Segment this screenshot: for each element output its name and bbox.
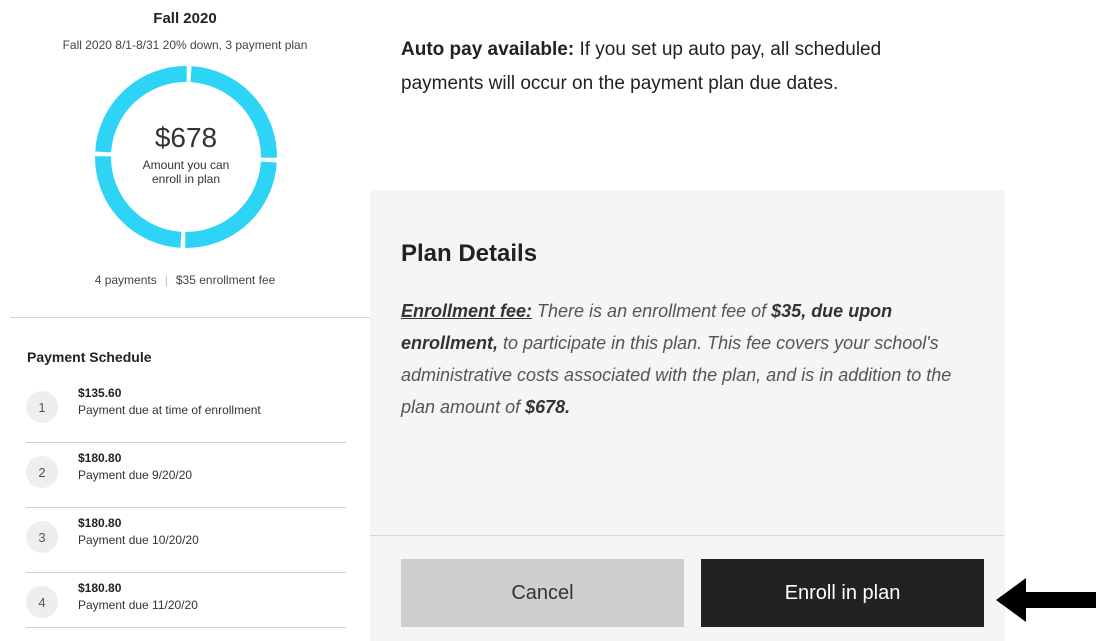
schedule-item: 3 $180.80 Payment due 10/20/20 [26, 508, 346, 573]
plan-amount-caption: Amount you can enroll in plan [142, 158, 230, 186]
step-number: 3 [26, 521, 58, 553]
payment-due: Payment due 9/20/20 [78, 468, 193, 482]
payment-due: Payment due 11/20/20 [78, 598, 198, 612]
meta-separator: | [164, 273, 168, 287]
autopay-text: Auto pay available: If you set up auto p… [401, 33, 961, 101]
payment-schedule-list: 1 $135.60 Payment due at time of enrollm… [26, 378, 346, 628]
autopay-label: Auto pay available: [401, 39, 575, 60]
payment-due: Payment due at time of enrollment [78, 403, 261, 417]
schedule-item: 1 $135.60 Payment due at time of enrollm… [26, 378, 346, 443]
cancel-button[interactable]: Cancel [401, 559, 684, 627]
payment-amount: $180.80 [78, 516, 122, 530]
schedule-item: 2 $180.80 Payment due 9/20/20 [26, 443, 346, 508]
step-number: 2 [26, 456, 58, 488]
summary-divider [10, 317, 370, 318]
payment-amount: $180.80 [78, 451, 122, 465]
plan-donut-chart: $678 Amount you can enroll in plan [92, 63, 280, 251]
payments-count: 4 payments [94, 273, 157, 287]
donut-center: $678 Amount you can enroll in plan [92, 63, 280, 251]
autopay-section: Auto pay available: If you set up auto p… [370, 0, 1005, 190]
plan-summary-panel: Fall 2020 Fall 2020 8/1-8/31 20% down, 3… [0, 0, 370, 641]
payment-due: Payment due 10/20/20 [78, 533, 199, 547]
actions-bar: Cancel Enroll in plan [370, 536, 1005, 641]
plan-amount: $678 [154, 122, 218, 153]
enrollment-fee-label: Enrollment fee: [401, 301, 533, 321]
plan-meta: 4 payments | $35 enrollment fee [0, 273, 370, 287]
details-text-1: There is an enrollment fee of [532, 301, 772, 321]
arrow-left-icon [996, 578, 1096, 622]
step-number: 4 [26, 586, 58, 618]
payment-amount: $180.80 [78, 581, 122, 595]
plan-title: Fall 2020 [153, 10, 217, 27]
enroll-in-plan-button[interactable]: Enroll in plan [701, 559, 984, 627]
enrollment-fee-summary: $35 enrollment fee [175, 273, 276, 287]
payment-schedule-title: Payment Schedule [27, 349, 152, 365]
schedule-item: 4 $180.80 Payment due 11/20/20 [26, 573, 346, 628]
plan-amount-bold: $678. [525, 397, 571, 417]
plan-details-text: Enrollment fee: There is an enrollment f… [401, 295, 971, 423]
payment-amount: $135.60 [78, 386, 122, 400]
step-number: 1 [26, 391, 58, 423]
plan-subtitle: Fall 2020 8/1-8/31 20% down, 3 payment p… [62, 38, 308, 52]
plan-details-title: Plan Details [401, 240, 538, 267]
plan-details-section: Plan Details Enrollment fee: There is an… [370, 190, 1005, 535]
